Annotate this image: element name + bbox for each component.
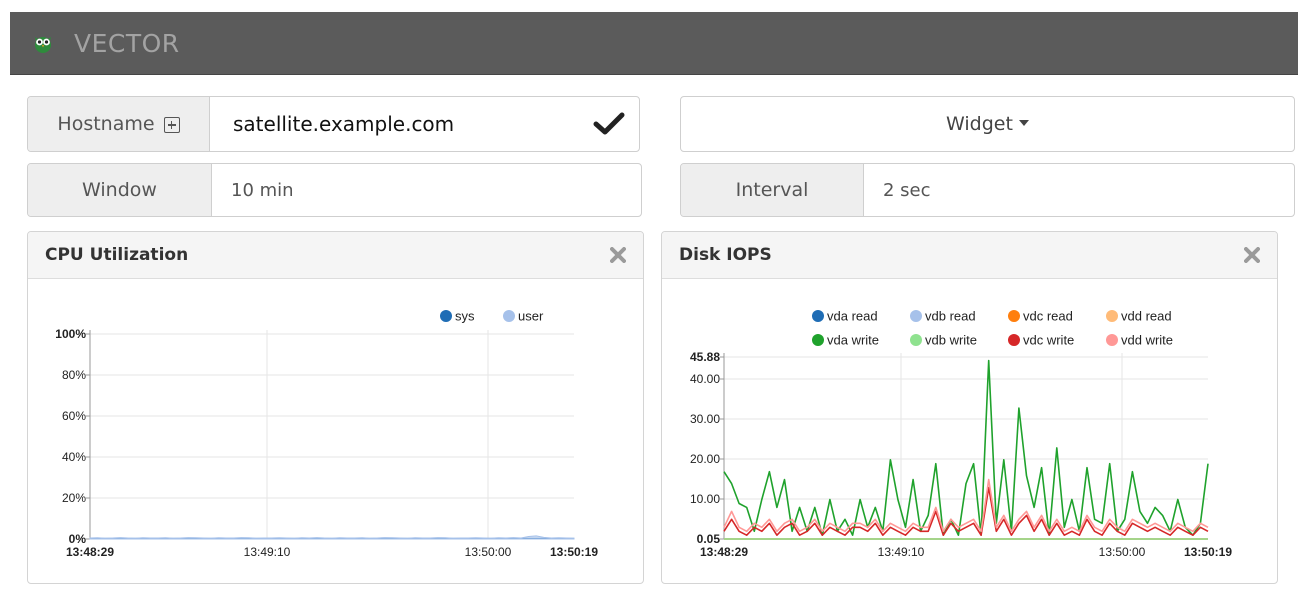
x-tick-label: 13:50:00 xyxy=(465,545,512,559)
checkmark-icon[interactable] xyxy=(593,111,625,137)
y-tick-label: 45.88 xyxy=(690,350,720,364)
window-input-group: Window 10 min xyxy=(27,163,642,217)
x-tick-label: 13:50:00 xyxy=(1099,545,1146,559)
x-tick-label: 13:48:29 xyxy=(66,545,114,559)
y-tick-label: 60% xyxy=(62,409,86,423)
y-tick-label: 0% xyxy=(69,532,87,546)
y-tick-label: 0.05 xyxy=(697,532,721,546)
close-icon[interactable] xyxy=(1244,247,1260,263)
legend-marker-vdc-read xyxy=(1008,310,1020,322)
legend-marker-vdd-write xyxy=(1106,334,1118,346)
x-tick-label: 13:49:10 xyxy=(878,545,925,559)
interval-value: 2 sec xyxy=(883,179,931,201)
y-tick-label: 40.00 xyxy=(690,372,720,386)
x-tick-label: 13:50:19 xyxy=(1184,545,1232,559)
legend-label-vdb-write: vdb write xyxy=(925,333,977,348)
window-addon: Window xyxy=(28,164,212,216)
legend-marker-user xyxy=(503,310,515,322)
window-label: Window xyxy=(82,179,157,201)
x-tick-label: 13:50:19 xyxy=(550,545,598,559)
legend-label-vdd-write: vdd write xyxy=(1121,333,1173,348)
interval-input[interactable]: 2 sec xyxy=(883,164,1284,216)
y-tick-label: 80% xyxy=(62,368,86,382)
disk-iops-chart[interactable]: 0.05 10.00 20.00 30.00 40.00 45.88 13:48:29 13:… xyxy=(662,279,1277,583)
x-tick-label: 13:48:29 xyxy=(700,545,748,559)
interval-label: Interval xyxy=(735,179,809,201)
legend-label-vda-read: vda read xyxy=(827,309,878,324)
legend-label-vdc-write: vdc write xyxy=(1023,333,1074,348)
y-tick-label: 100% xyxy=(55,327,86,341)
legend-marker-vdd-read xyxy=(1106,310,1118,322)
hostname-input[interactable]: satellite.example.com xyxy=(233,97,579,151)
interval-addon: Interval xyxy=(681,164,864,216)
window-input[interactable]: 10 min xyxy=(231,164,631,216)
panel-header: Disk IOPS xyxy=(662,232,1277,279)
plus-square-icon xyxy=(163,117,180,133)
hostname-value: satellite.example.com xyxy=(233,112,455,136)
series-line-vdc-write xyxy=(723,486,1209,536)
legend-marker-vdb-write xyxy=(910,334,922,346)
legend-label-vdc-read: vdc read xyxy=(1023,309,1073,324)
panel-header: CPU Utilization xyxy=(28,232,643,279)
x-tick-label: 13:49:10 xyxy=(244,545,291,559)
y-tick-label: 30.00 xyxy=(690,412,720,426)
disk-iops-panel: Disk IOPS 0.05 10.00 20.00 30.00 40.00 45.88 1… xyxy=(661,231,1278,584)
legend-label-user: user xyxy=(518,309,544,324)
y-tick-label: 20% xyxy=(62,491,86,505)
legend-label-vda-write: vda write xyxy=(827,333,879,348)
hostname-input-group: Hostname satellite.example.com xyxy=(27,96,640,152)
series-line-vda-write xyxy=(723,359,1209,536)
hostname-addon[interactable]: Hostname xyxy=(28,97,210,151)
legend-marker-sys xyxy=(440,310,452,322)
cpu-utilization-chart[interactable]: 0% 20% 40% 60% 80% 100% 13:48:29 13:49:10 13:50:… xyxy=(28,279,643,583)
panel-title: Disk IOPS xyxy=(679,245,772,265)
window-value: 10 min xyxy=(231,179,294,201)
close-icon[interactable] xyxy=(610,247,626,263)
legend-marker-vdc-write xyxy=(1008,334,1020,346)
legend-marker-vda-read xyxy=(812,310,824,322)
legend-label-sys: sys xyxy=(455,309,475,324)
legend-marker-vda-write xyxy=(812,334,824,346)
caret-down-icon xyxy=(1018,120,1029,126)
owl-logo-icon[interactable] xyxy=(32,32,54,54)
y-tick-label: 20.00 xyxy=(690,452,720,466)
app-brand[interactable]: VECTOR xyxy=(74,29,180,58)
y-tick-label: 40% xyxy=(62,450,86,464)
hostname-label: Hostname xyxy=(57,113,155,135)
y-tick-label: 10.00 xyxy=(690,492,720,506)
top-navbar: VECTOR xyxy=(10,12,1298,75)
cpu-utilization-panel: CPU Utilization 0% 20% 40% 60% 80% 100% 13:48:… xyxy=(27,231,644,584)
legend-marker-vdb-read xyxy=(910,310,922,322)
panel-title: CPU Utilization xyxy=(45,245,189,265)
interval-input-group: Interval 2 sec xyxy=(680,163,1295,217)
legend-label-vdd-read: vdd read xyxy=(1121,309,1172,324)
widget-dropdown[interactable]: Widget xyxy=(680,96,1295,152)
legend-label-vdb-read: vdb read xyxy=(925,309,976,324)
series-area-user xyxy=(89,535,575,540)
widget-label: Widget xyxy=(946,113,1013,135)
